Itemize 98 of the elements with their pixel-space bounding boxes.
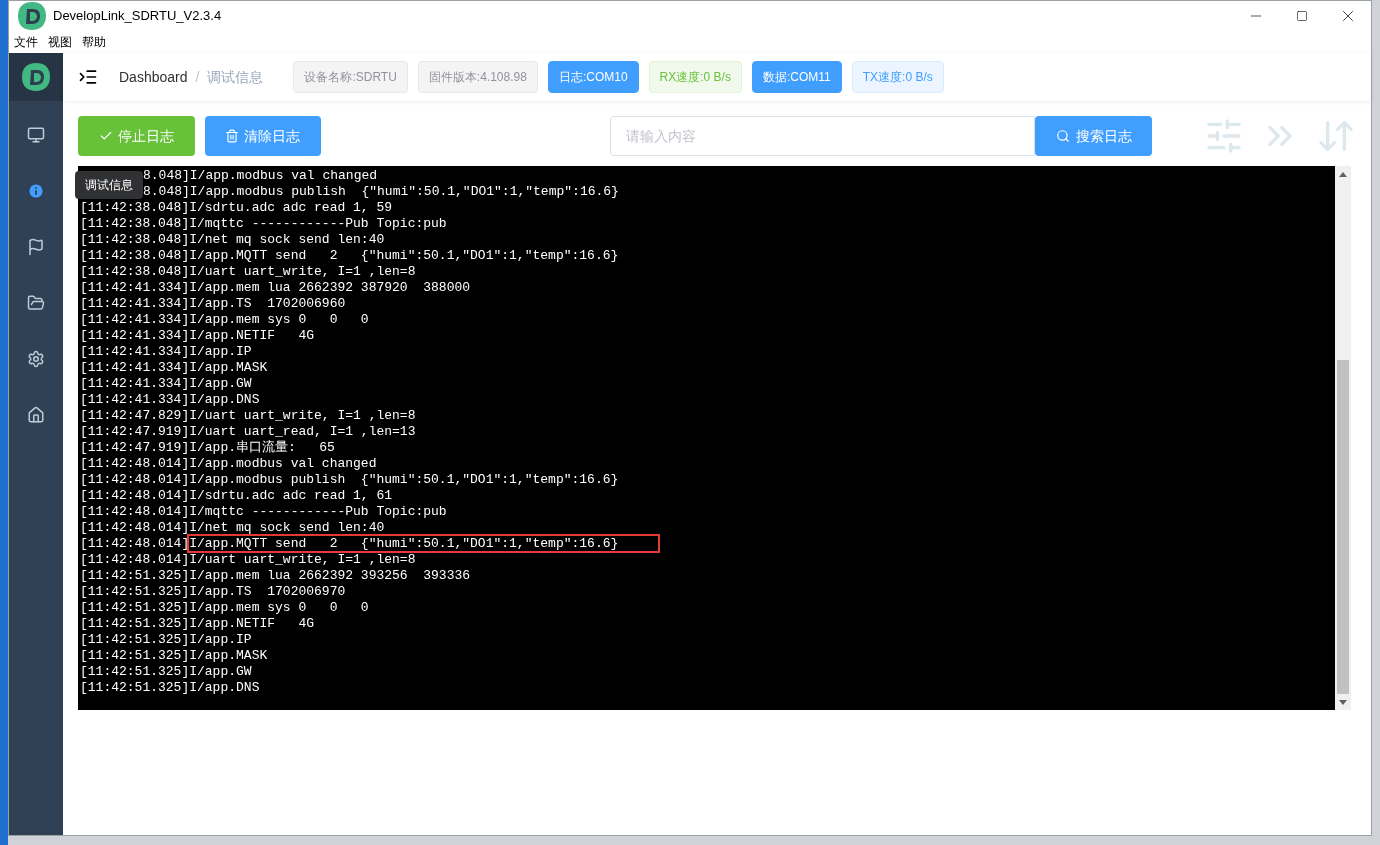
log-message: I/app.MASK (189, 360, 268, 375)
status-tag: 日志:COM10 (547, 61, 639, 93)
status-tag: 设备名称:SDRTU (293, 61, 408, 93)
log-message: I/app.modbus publish {"humi":50.1,"DO1":1,"temp":16.6} (189, 184, 619, 199)
breadcrumb-separator: / (195, 67, 200, 87)
log-message: I/uart uart_write, I=1 ,len=8 (189, 408, 416, 423)
log-timestamp: [11:42:47.829] (80, 408, 190, 423)
log-message: I/app.modbus publish {"humi":50.1,"DO1":1,"temp":16.6} (189, 472, 619, 487)
sliders-icon[interactable] (1204, 116, 1244, 156)
log-timestamp: [11:42:48.014] (80, 552, 190, 567)
log-timestamp: [11:42:48.014] (80, 456, 190, 471)
log-timestamp: [11:42:41.334] (80, 392, 190, 407)
log-message: I/uart uart_read, I=1 ,len=13 (189, 424, 416, 439)
logo-icon (17, 1, 47, 31)
home-icon (27, 406, 45, 424)
flag-icon (27, 238, 45, 256)
log-message: I/app.modbus val changed (189, 456, 377, 471)
log-message: I/app.GW (189, 664, 252, 679)
log-timestamp: [11:42:41.334] (80, 376, 190, 391)
scroll-up-icon[interactable] (1339, 171, 1347, 177)
log-message: I/app.mem sys 0 0 0 (189, 312, 369, 327)
log-timestamp: [11:42:38.048] (80, 200, 190, 215)
log-timestamp: [11:42:38.048] (80, 264, 190, 279)
status-tag: TX速度:0 B/s (851, 61, 944, 93)
log-message: I/app.串口流量: 65 (189, 440, 335, 455)
log-timestamp: [11:42:41.334] (80, 344, 190, 359)
log-timestamp: [11:42:51.325] (80, 632, 190, 647)
log-message: I/app.modbus val changed (189, 168, 378, 183)
log-message: I/uart uart_write, I=1 ,len=8 (189, 264, 416, 279)
log-timestamp: [11:42:48.014] (80, 488, 190, 503)
maximize-icon[interactable] (1296, 10, 1308, 22)
menu-item[interactable]: 文件 (14, 33, 38, 51)
log-timestamp: [11:42:51.325] (80, 568, 190, 583)
log-timestamp: 8.048] (143, 168, 190, 183)
log-message: I/app.IP (189, 344, 252, 359)
log-timestamp: [11:42:41.334] (80, 360, 190, 375)
log-message: I/sdrtu.adc adc read 1, 61 (189, 488, 393, 503)
log-timestamp: [11:42:41.334] (80, 312, 190, 327)
log-message: I/app.TS 1702006960 (189, 296, 346, 311)
menu-item[interactable]: 帮助 (82, 33, 106, 51)
log-timestamp: [11:42:51.325] (80, 600, 190, 615)
breadcrumb-link[interactable]: Dashboard (119, 66, 188, 88)
log-timestamp: [11:42:38.048] (80, 232, 190, 247)
log-timestamp: [11:42:41.334] (80, 328, 190, 343)
log-message: I/mqttc ------------Pub Topic:pub (189, 504, 447, 519)
menu-item[interactable]: 视图 (48, 33, 72, 51)
log-message: I/uart uart_write, I=1 ,len=8 (189, 552, 416, 567)
search-field[interactable]: 请输入内容 (610, 116, 1036, 156)
log-message: I/app.TS 1702006970 (189, 584, 346, 599)
search-icon (1055, 129, 1070, 143)
log-message: I/app.NETIF 4G (189, 328, 315, 343)
menu-icon[interactable] (78, 67, 98, 87)
settings-icon (27, 350, 45, 368)
log-message: I/net mq sock send len:40 (189, 520, 385, 535)
log-timestamp: [11:42:51.325] (80, 616, 190, 631)
log-message: I/app.GW (189, 376, 252, 391)
monitor-icon (27, 126, 45, 144)
log-message: I/app.MASK (189, 648, 268, 663)
tooltip: 调试信息 (75, 171, 143, 199)
log-message: I/app.DNS (189, 680, 260, 695)
window-title: DevelopLink_SDRTU_V2.3.4 (53, 7, 222, 26)
log-timestamp: [11:42:51.325] (80, 664, 190, 679)
log-timestamp: [11:42:47.919] (80, 424, 190, 439)
trash-icon (225, 129, 240, 143)
scroll-down-icon[interactable] (1339, 699, 1347, 705)
logo-icon (21, 62, 51, 92)
status-tag: 固件版本:4.108.98 (417, 61, 538, 93)
log-timestamp: [11:42:41.334] (80, 280, 190, 295)
log-message: I/app.MQTT send 2 {"humi":50.1,"DO1":1,"temp":16.6} (189, 536, 659, 551)
log-message: I/app.IP (189, 632, 252, 647)
log-message: I/mqttc ------------Pub Topic:pub (189, 216, 447, 231)
log-timestamp: [11:42:48.014] (80, 520, 190, 535)
folder-icon (27, 294, 45, 312)
log-message: I/app.NETIF 4G (189, 616, 315, 631)
check-icon (98, 129, 113, 143)
log-timestamp: [11:42:47.919] (80, 440, 190, 455)
breadcrumb-current: 调试信息 (207, 67, 264, 87)
log-message: I/net mq sock send len:40 (189, 232, 385, 247)
log-message: I/app.MQTT send 2 {"humi":50.1,"DO1":1,"temp":16.6} (189, 248, 619, 263)
log-timestamp: [11:42:48.014] (80, 504, 190, 519)
log-timestamp: 8.048] (143, 184, 190, 199)
log-message: I/app.mem lua 2662392 387920 388000 (189, 280, 471, 295)
log-timestamp: [11:42:41.334] (80, 296, 190, 311)
log-message: I/app.mem sys 0 0 0 (189, 600, 369, 615)
log-timestamp: [11:42:38.048] (80, 216, 190, 231)
status-tag: RX速度:0 B/s (648, 61, 742, 93)
log-timestamp: [11:42:48.014] (80, 536, 190, 551)
log-timestamp: [11:42:38.048] (80, 248, 190, 263)
log-message: I/sdrtu.adc adc read 1, 59 (189, 200, 393, 215)
log-message: I/app.DNS (189, 392, 260, 407)
log-timestamp: [11:42:51.325] (80, 648, 190, 663)
log-message: I/app.mem lua 2662392 393256 393336 (189, 568, 471, 583)
scroll-thumb[interactable] (1337, 360, 1349, 694)
log-timestamp: [11:42:51.325] (80, 584, 190, 599)
log-timestamp: [11:42:48.014] (80, 472, 190, 487)
log-timestamp: [11:42:51.325] (80, 680, 190, 695)
info-icon (27, 182, 45, 200)
status-tag: 数据:COM11 (751, 61, 842, 93)
